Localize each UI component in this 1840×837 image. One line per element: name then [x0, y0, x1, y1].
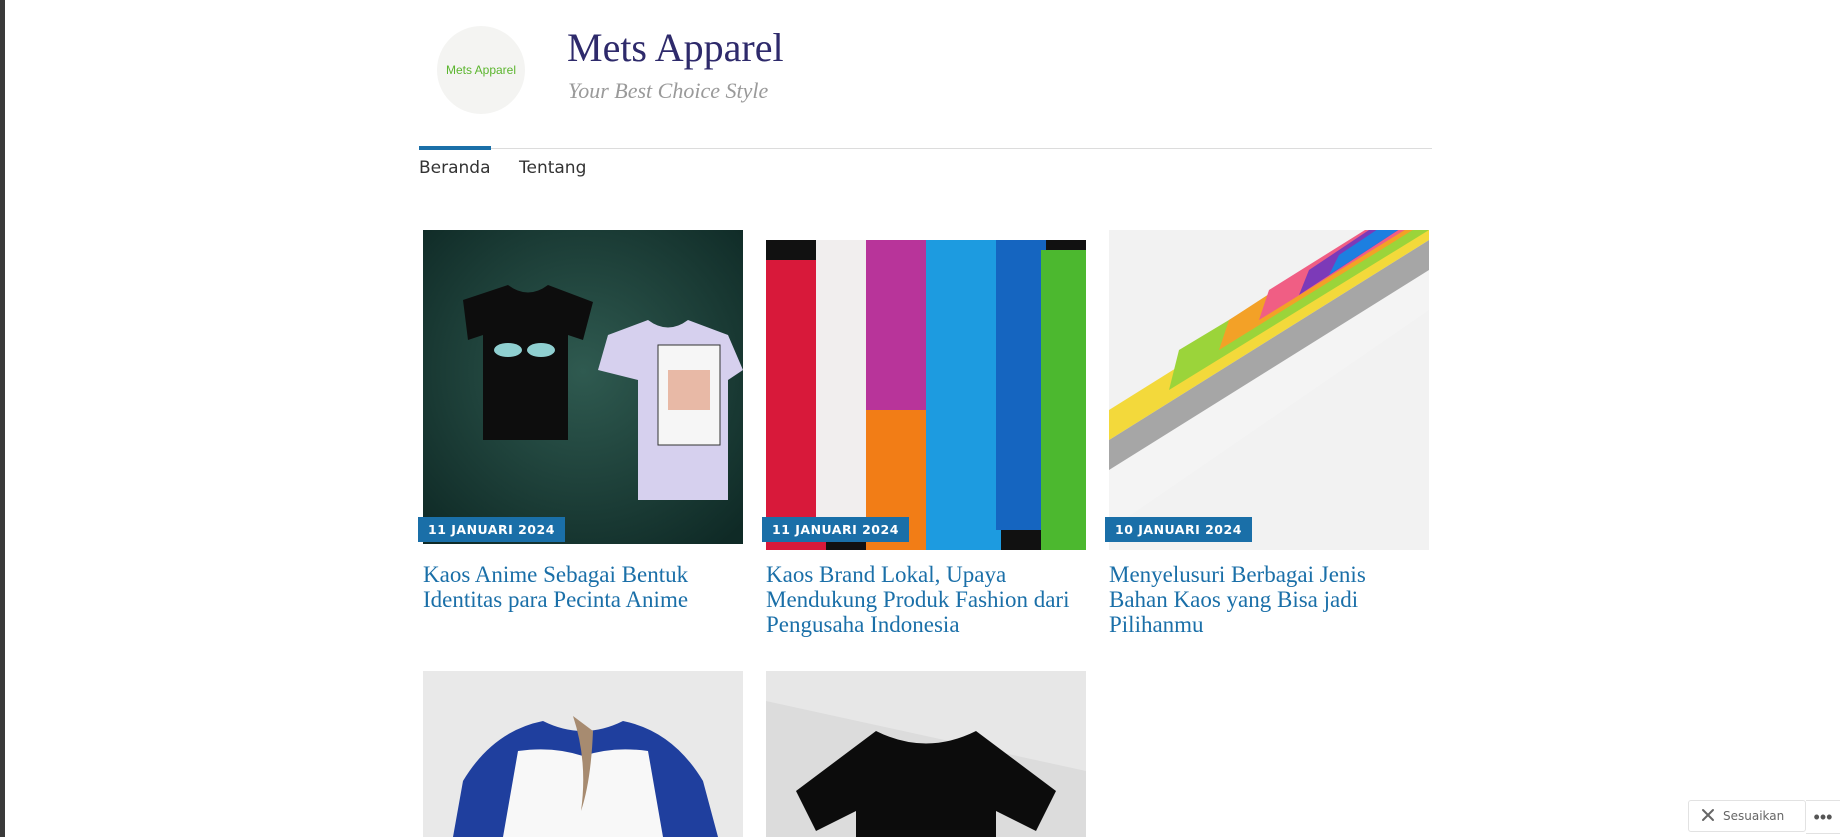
window-edge [0, 0, 5, 837]
customize-label: Sesuaikan [1723, 809, 1785, 823]
site-tagline: Your Best Choice Style [568, 78, 769, 103]
post-thumbnail-5[interactable] [766, 671, 1086, 837]
post-image-black-tshirt [766, 671, 1086, 837]
site-logo[interactable]: Mets Apparel [437, 26, 525, 114]
post-image-folded-tshirts [1109, 230, 1429, 550]
post-thumbnail-4[interactable] [423, 671, 743, 837]
post-image-anime-tshirts [423, 230, 743, 544]
site-logo-text: Mets Apparel [445, 63, 517, 77]
post-date-1[interactable]: 11 JANUARI 2024 [418, 517, 565, 542]
customize-button[interactable]: Sesuaikan [1688, 800, 1806, 832]
ellipsis-icon: ••• [1813, 806, 1833, 827]
post-title-1[interactable]: Kaos Anime Sebagai Bentuk Identitas para… [423, 562, 743, 612]
post-title-2[interactable]: Kaos Brand Lokal, Upaya Mendukung Produk… [766, 562, 1086, 637]
post-thumbnail-3[interactable] [1109, 230, 1429, 550]
post-thumbnail-1[interactable] [423, 230, 743, 544]
post-date-3[interactable]: 10 JANUARI 2024 [1105, 517, 1252, 542]
nav-item-tentang[interactable]: Tentang [519, 158, 586, 178]
tools-icon [1701, 808, 1715, 825]
nav-divider [419, 148, 1432, 149]
post-title-3[interactable]: Menyelusuri Berbagai Jenis Bahan Kaos ya… [1109, 562, 1429, 637]
post-image-colorful-shirts [766, 240, 1086, 550]
post-image-raglan-shirt [423, 671, 743, 837]
more-options-button[interactable]: ••• [1806, 800, 1840, 834]
site-title[interactable]: Mets Apparel [567, 24, 784, 71]
nav-item-beranda[interactable]: Beranda [419, 146, 491, 178]
post-date-2[interactable]: 11 JANUARI 2024 [762, 517, 909, 542]
post-thumbnail-2[interactable] [766, 240, 1086, 550]
